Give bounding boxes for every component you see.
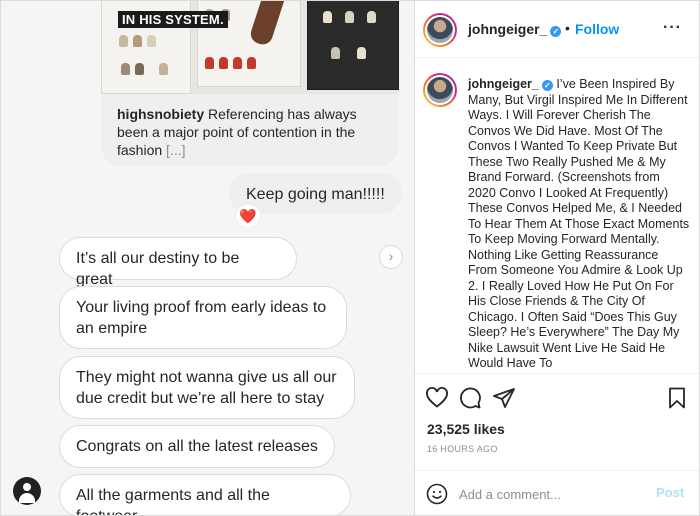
shared-post-account: highsnobiety [117,106,205,122]
emoji-icon[interactable] [425,482,449,506]
received-message-bubble: All the garments and all the footwear [59,474,351,515]
shared-post-caption: highsnobiety Referencing has always been… [117,105,387,159]
shoe-sketch [147,35,156,47]
heart-reaction-icon: ❤️ [235,204,261,228]
shoe-sketch [219,57,228,69]
shoe-sketch [121,63,130,75]
post-media-dm-screenshot: IN HIS SYSTEM. highsnobiety Referencing … [1,1,415,515]
image-caption-text: IN HIS SYSTEM. [118,11,228,28]
caption-body: I’ve Been Inspired By Many, But Virgil I… [468,77,690,370]
shoe-sketch [367,11,376,23]
shoe-sketch [205,57,214,69]
received-message-bubble: Your living proof from early ideas to an… [59,286,347,349]
shoe-sketch [357,47,366,59]
shared-post-more: [...] [166,142,186,158]
like-heart-icon[interactable] [425,386,449,410]
save-bookmark-icon[interactable] [665,386,689,410]
shoe-sketch [331,47,340,59]
post-side-panel: johngeiger_ ✓ • Follow ··· johngeiger_ ✓ I… [415,1,699,515]
post-timestamp[interactable]: 16 HOURS AGO [427,444,498,454]
share-arrow-icon: › [379,245,403,269]
post-comment-button[interactable]: Post [656,485,684,500]
shoe-sketch [159,63,168,75]
sender-avatar [13,477,41,505]
received-message-bubble: They might not wanna give us all our due… [59,356,355,419]
caption-username[interactable]: johngeiger_ [468,77,539,91]
shoe-sketch [119,35,128,47]
shared-post-image: IN HIS SYSTEM. [101,1,399,94]
caption-author-avatar[interactable] [423,73,457,107]
share-paper-plane-icon[interactable] [492,386,516,410]
author-username[interactable]: johngeiger_ ✓ [468,21,562,37]
shoe-sketch [135,63,144,75]
post-action-bar [415,373,699,423]
comment-icon[interactable] [458,386,482,410]
separator-dot: • [565,20,570,36]
author-avatar[interactable] [423,13,457,47]
instagram-post-window: IN HIS SYSTEM. highsnobiety Referencing … [0,0,700,516]
more-horizontal-icon[interactable]: ··· [663,19,682,37]
shoe-sketch [233,57,242,69]
shoe-sketch [133,35,142,47]
shoe-sketch [323,11,332,23]
verified-badge-icon: ✓ [541,80,553,91]
likes-count[interactable]: 23,525 likes [427,421,505,437]
shoe-sketch [247,57,256,69]
add-comment-input[interactable] [459,483,649,505]
post-caption: johngeiger_ ✓ I’ve Been Inspired By Many,… [468,77,690,372]
shared-post-card[interactable]: IN HIS SYSTEM. highsnobiety Referencing … [101,1,399,167]
caption-scroll-area[interactable]: johngeiger_ ✓ I’ve Been Inspired By Many,… [415,59,699,373]
comment-bar: Post [415,470,699,515]
post-header: johngeiger_ ✓ • Follow ··· [415,1,699,58]
received-message-bubble: It’s all our destiny to be great [59,237,297,288]
author-username-text: johngeiger_ [468,21,548,37]
verified-badge-icon: ✓ [550,26,562,37]
shoe-sketch [345,11,354,23]
follow-button[interactable]: Follow [575,21,619,37]
received-message-bubble: Congrats on all the latest releases [59,425,335,468]
